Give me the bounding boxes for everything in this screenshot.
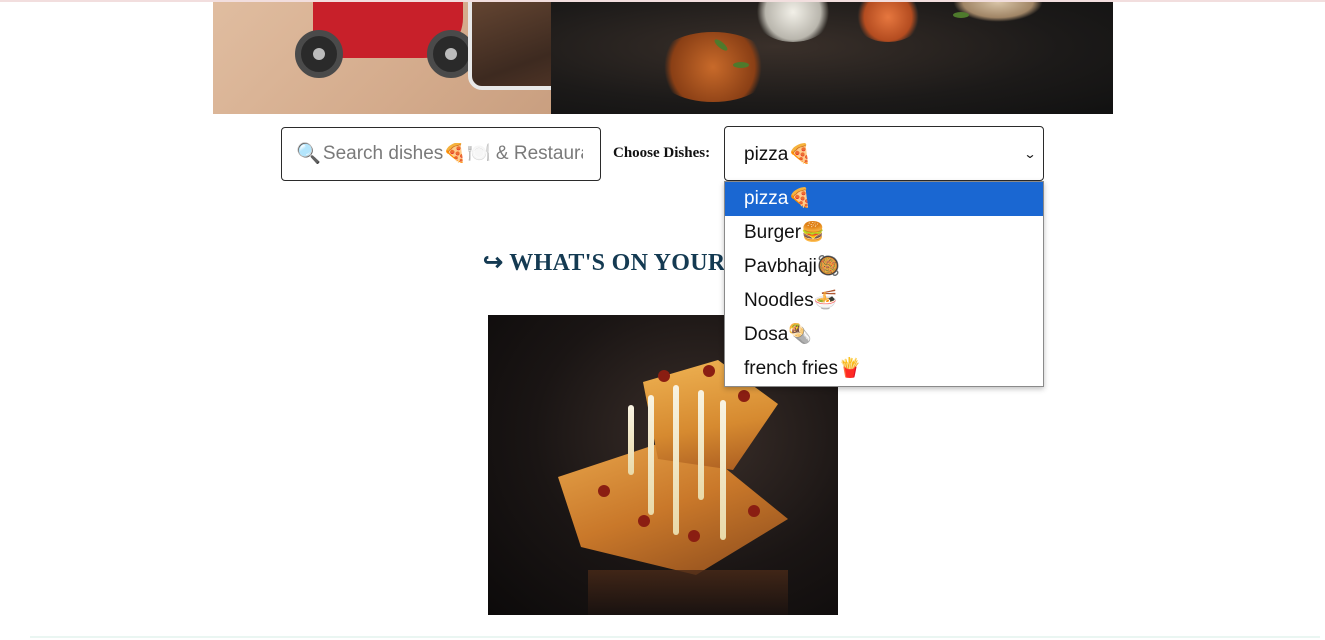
dish-option-pizza[interactable]: pizza🍕 [725, 182, 1043, 216]
dish-select-value: pizza🍕 [744, 143, 813, 165]
dish-option-dosa[interactable]: Dosa🌯 [725, 318, 1043, 352]
dish-option-pavbhaji[interactable]: Pavbhaji🥘 [725, 250, 1043, 284]
dish-option-burger[interactable]: Burger🍔 [725, 216, 1043, 250]
scooter-wheel-icon [295, 30, 343, 78]
dish-option-noodles[interactable]: Noodles🍜 [725, 284, 1043, 318]
dish-option-french-fries[interactable]: french fries🍟 [725, 352, 1043, 386]
dish-select[interactable]: pizza🍕 ⌄ [724, 126, 1044, 181]
hero-food-spread [551, 2, 1113, 114]
chevron-down-icon: ⌄ [1023, 147, 1037, 161]
magnifier-icon: 🔍 [296, 143, 321, 165]
section-heading: ↪ WHAT'S ON YOUR [483, 250, 726, 276]
choose-dishes-label: Choose Dishes: [613, 145, 711, 161]
dish-dropdown-list: pizza🍕 Burger🍔 Pavbhaji🥘 Noodles🍜 Dosa🌯 … [724, 181, 1044, 387]
hero-banner [213, 2, 1113, 114]
search-box[interactable]: 🔍 [281, 127, 601, 181]
search-input[interactable] [322, 143, 583, 165]
bottom-border [30, 636, 1320, 638]
